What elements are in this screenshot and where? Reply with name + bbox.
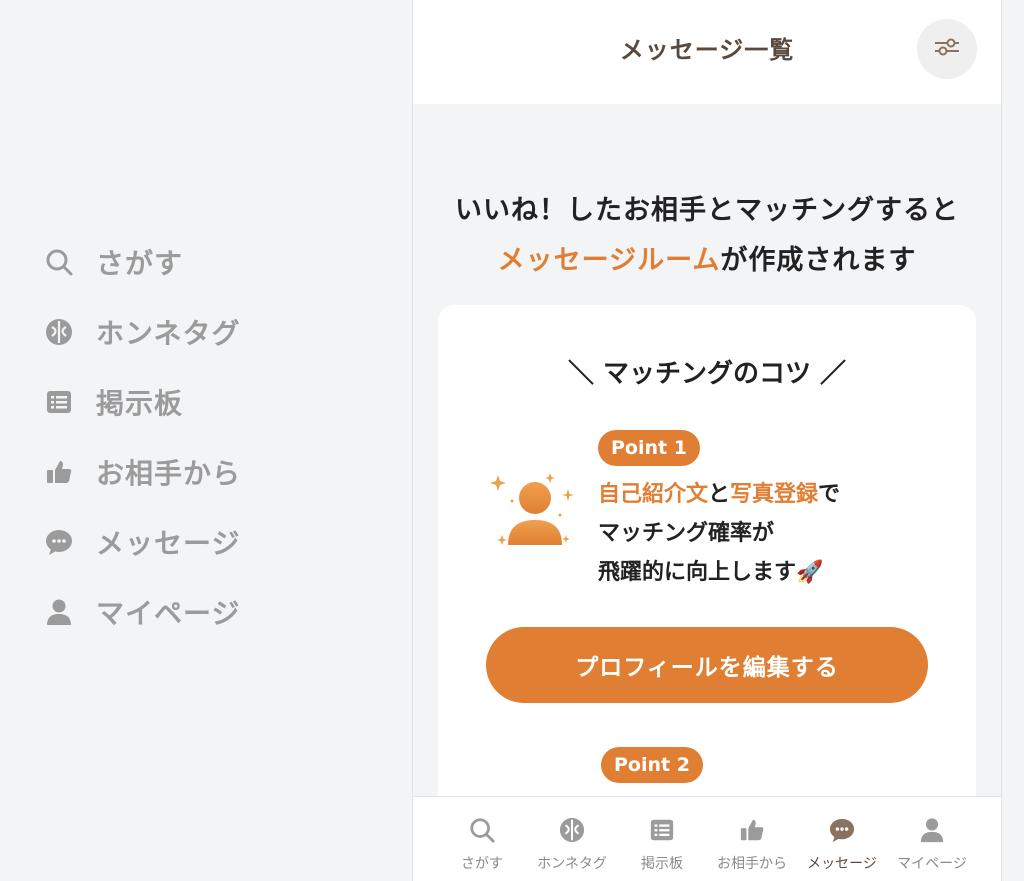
- tab-messages[interactable]: メッセージ: [797, 797, 887, 881]
- matching-tips-card: ＼ マッチングのコツ ／ Point 1 自己紹介文と写真登録で マッチング確率…: [438, 305, 976, 825]
- tab-label: 掲示板: [641, 856, 683, 872]
- sidebar-item-likes[interactable]: お相手から: [44, 452, 241, 492]
- chat-icon: [44, 527, 74, 557]
- point1-text: 自己紹介文と写真登録で マッチング確率が 飛躍的に向上します🚀: [598, 475, 840, 592]
- search-icon: [467, 815, 497, 845]
- intro-line2: メッセージルームが作成されます: [413, 236, 1001, 286]
- search-icon: [44, 247, 74, 277]
- point1-line1: 自己紹介文と写真登録で: [598, 475, 840, 514]
- point1-line3: 飛躍的に向上します🚀: [598, 560, 824, 585]
- point1-accent2: 写真登録: [730, 482, 819, 507]
- point1-suffix: で: [818, 482, 841, 507]
- filter-sliders-icon: [933, 36, 961, 62]
- board-icon: [647, 815, 677, 845]
- intro-line1: いいね！したお相手とマッチングすると: [455, 195, 959, 226]
- sidebar-item-mypage[interactable]: マイページ: [44, 592, 240, 632]
- edit-profile-button[interactable]: プロフィールを編集する: [486, 627, 928, 703]
- person-icon: [917, 815, 947, 845]
- tab-tags[interactable]: ホンネタグ: [527, 797, 617, 881]
- sidebar: さがす ホンネタグ 掲示板 お相手から メッセージ マイページ: [0, 0, 412, 881]
- sidebar-item-label: メッセージ: [96, 527, 241, 560]
- sidebar-item-label: お相手から: [96, 457, 242, 490]
- sidebar-item-label: 掲示板: [96, 387, 184, 420]
- sidebar-item-label: マイページ: [96, 597, 241, 630]
- intro-line2-rest: が作成されます: [720, 245, 917, 276]
- point1-badge: Point 1: [598, 430, 700, 466]
- board-icon: [44, 387, 74, 417]
- person-icon: [44, 597, 74, 627]
- page-title: メッセージ一覧: [619, 36, 795, 64]
- sidebar-item-board[interactable]: 掲示板: [44, 382, 183, 422]
- tab-label: さがす: [461, 856, 503, 872]
- profile-person-icon: [490, 465, 580, 555]
- tab-board[interactable]: 掲示板: [617, 797, 707, 881]
- header: メッセージ一覧: [413, 0, 1001, 104]
- intro-accent: メッセージルーム: [497, 245, 721, 276]
- point1-joiner: と: [708, 482, 731, 507]
- sidebar-item-label: ホンネタグ: [96, 317, 241, 350]
- point2-badge: Point 2: [601, 747, 703, 783]
- chat-icon: [827, 815, 857, 845]
- tab-mypage[interactable]: マイページ: [887, 797, 977, 881]
- tab-likes[interactable]: お相手から: [707, 797, 797, 881]
- sidebar-item-search[interactable]: さがす: [44, 242, 183, 282]
- tag-icon: [44, 317, 74, 347]
- tab-label: ホンネタグ: [537, 856, 607, 872]
- thumbs-up-icon: [44, 457, 74, 487]
- thumbs-up-icon: [737, 815, 767, 845]
- bottom-tab-bar: さがす ホンネタグ 掲示板 お相手から メッセージ マイページ: [413, 796, 1001, 881]
- tips-heading: ＼ マッチングのコツ ／: [567, 359, 847, 389]
- tab-search[interactable]: さがす: [437, 797, 527, 881]
- sidebar-item-messages[interactable]: メッセージ: [44, 522, 240, 562]
- sidebar-item-label: さがす: [96, 247, 184, 280]
- tab-label: メッセージ: [807, 856, 877, 872]
- filter-button[interactable]: [917, 19, 977, 79]
- tag-icon: [557, 815, 587, 845]
- tab-label: お相手から: [717, 856, 787, 872]
- point1-accent1: 自己紹介文: [598, 482, 709, 507]
- sidebar-item-tags[interactable]: ホンネタグ: [44, 312, 240, 352]
- message-panel: メッセージ一覧 いいね！したお相手とマッチングすると メッセージルームが作成され…: [412, 0, 1002, 881]
- intro-message: いいね！したお相手とマッチングすると メッセージルームが作成されます: [413, 186, 1001, 286]
- point1-line2: マッチング確率が: [598, 521, 775, 546]
- tab-label: マイページ: [897, 856, 967, 872]
